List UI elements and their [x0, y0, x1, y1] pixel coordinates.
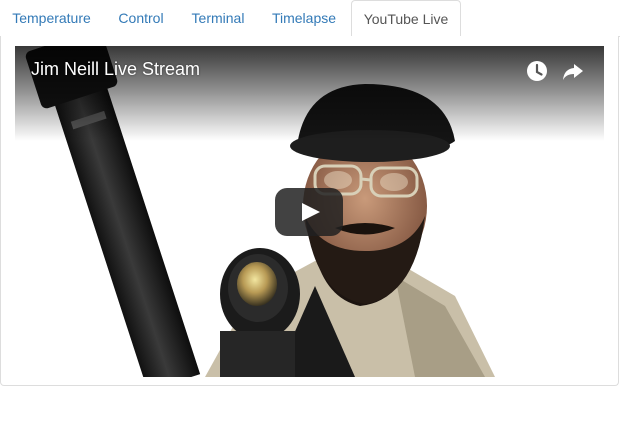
video-title[interactable]: Jim Neill Live Stream [31, 59, 200, 80]
tab-bar: Temperature Control Terminal Timelapse Y… [0, 0, 620, 38]
share-icon[interactable] [560, 58, 586, 84]
watch-later-icon[interactable] [524, 58, 550, 84]
tab-temperature[interactable]: Temperature [0, 0, 103, 37]
tab-youtube-live[interactable]: YouTube Live [351, 0, 461, 38]
play-icon [302, 203, 320, 221]
tab-terminal[interactable]: Terminal [179, 0, 257, 37]
play-button[interactable] [275, 188, 343, 236]
tab-control[interactable]: Control [103, 0, 179, 37]
youtube-player[interactable]: Jim Neill Live Stream [15, 46, 604, 377]
tab-timelapse[interactable]: Timelapse [257, 0, 351, 37]
